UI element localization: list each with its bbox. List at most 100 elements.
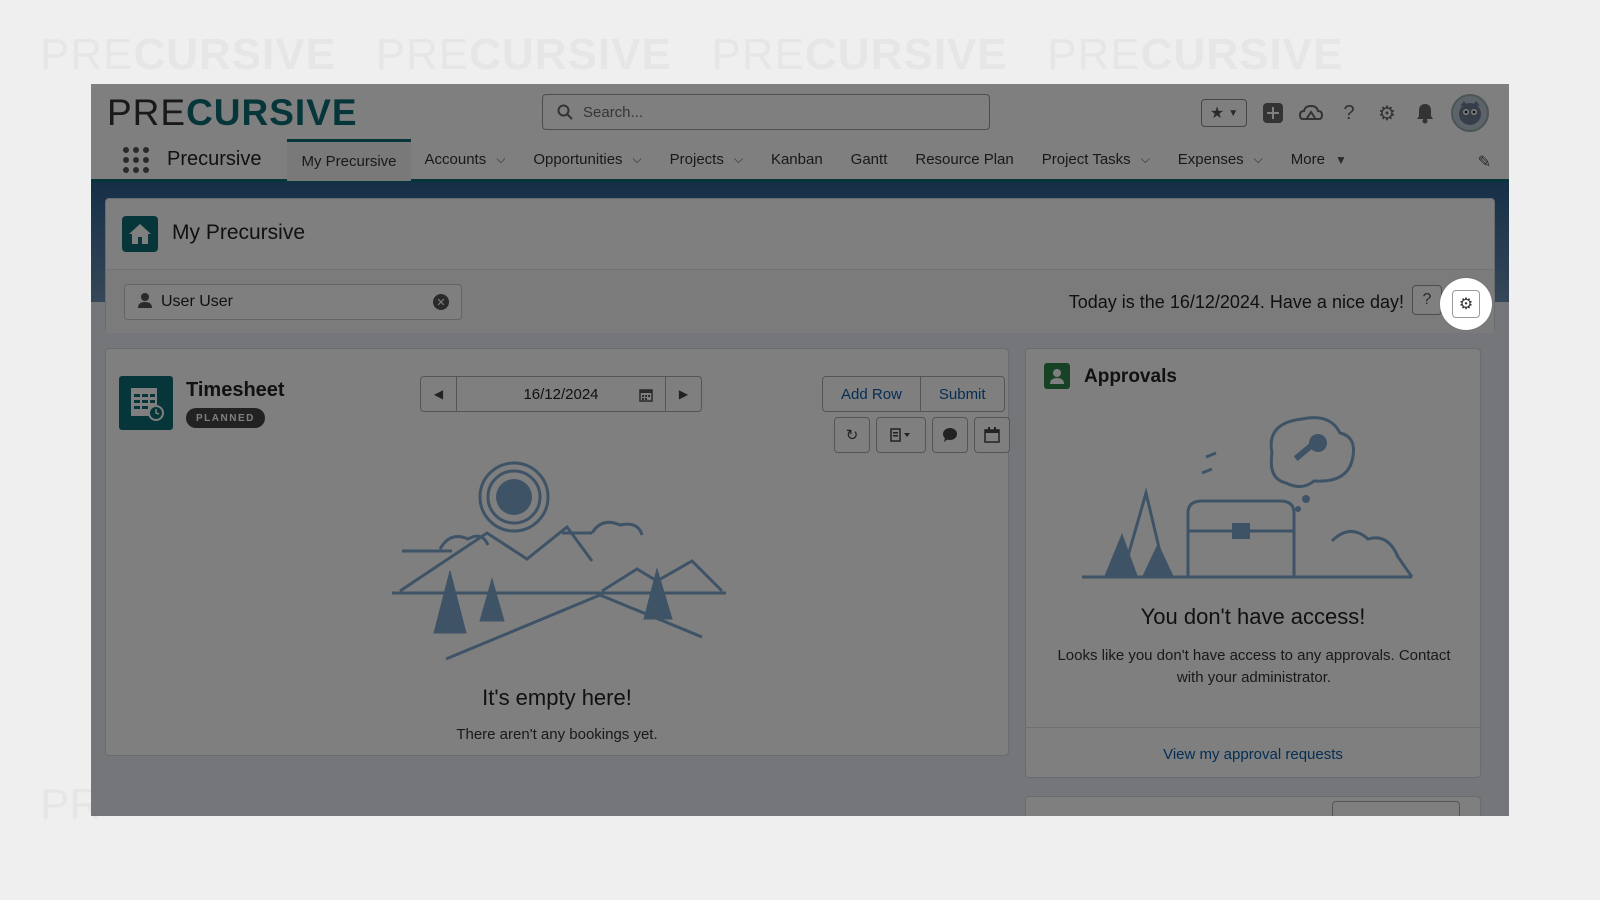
nav-tab-opportunities[interactable]: Opportunities ⌵ [519, 139, 655, 181]
home-icon [122, 216, 158, 252]
nav-tab-label: Accounts [424, 151, 487, 168]
empty-state-text: There aren't any bookings yet. [456, 726, 658, 743]
gear-icon: ⚙ [1458, 296, 1474, 313]
favorites-button[interactable]: ★ ▼ [1201, 99, 1247, 127]
greeting-text: Today is the 16/12/2024. Have a nice day… [1068, 292, 1404, 312]
card-action-button[interactable] [1332, 801, 1460, 816]
next-week-button[interactable]: ▶ [665, 377, 701, 411]
page-title: My Precursive [172, 221, 306, 244]
setup-gear-icon[interactable]: ⚙ [1375, 101, 1399, 125]
previous-week-button[interactable]: ◀ [421, 377, 457, 411]
divider [1026, 727, 1480, 728]
nav-tab-my-precursive[interactable]: My Precursive [287, 138, 411, 181]
no-access-text: Looks like you don't have access to any … [1057, 647, 1451, 686]
nav-tab-label: Opportunities [533, 151, 623, 168]
view-approval-requests-link[interactable]: View my approval requests [1026, 746, 1480, 763]
edit-nav-pencil-icon[interactable]: ✎ [1478, 152, 1491, 172]
app-name: Precursive [167, 148, 262, 170]
nav-tab-label: Kanban [770, 151, 823, 168]
caret-right-icon: ▶ [678, 387, 689, 401]
search-placeholder: Search... [583, 103, 644, 121]
app-window: PRECURSIVE Search... ★ ▼ ? ⚙ Precursive … [91, 84, 1509, 816]
logo-cursive: CURSIVE [186, 92, 358, 133]
user-filter-value: User User [161, 293, 234, 310]
background-watermark: PRECURSIVE PRECURSIVE PRECURSIVE PRECURS… [40, 30, 1343, 80]
spotlight-highlight: ⚙ [1440, 278, 1492, 330]
nav-tab-label: My Precursive [301, 152, 397, 170]
page-header-toolbar: User User ✕ Today is the 16/12/2024. Hav… [106, 270, 1494, 333]
watermark-pre: PRE [711, 30, 806, 79]
timesheet-icon-toolbar: ↻ [834, 417, 1010, 453]
approvals-card: Approvals You don't have access! Looks l… [1025, 348, 1481, 778]
help-icon[interactable]: ? [1337, 101, 1361, 125]
nav-tab-projects[interactable]: Projects ⌵ [656, 139, 757, 181]
nav-tab-label: Project Tasks [1041, 151, 1131, 168]
no-access-illustration [1082, 416, 1414, 579]
page-content: My Precursive User User ✕ Today is the 1… [91, 182, 1509, 816]
bell-icon[interactable] [1413, 101, 1437, 125]
page-help-button[interactable]: ? [1412, 285, 1442, 315]
app-launcher-icon[interactable] [123, 146, 149, 173]
nav-tab-more[interactable]: More ▼ [1277, 139, 1361, 181]
star-icon: ★ [1209, 105, 1225, 122]
nav-tab-label: Resource Plan [915, 151, 1014, 168]
watermark-pre: PRE [375, 30, 470, 79]
timesheet-date-picker: ◀ 16/12/2024 ▶ [420, 376, 702, 412]
user-filter-pill[interactable]: User User ✕ [124, 284, 462, 320]
page-header-card: My Precursive User User ✕ Today is the 1… [105, 198, 1495, 333]
nav-tab-label: More [1290, 151, 1325, 168]
chevron-down-icon[interactable]: ⌵ [1254, 152, 1263, 167]
date-value: 16/12/2024 [523, 385, 599, 403]
nav-tab-kanban[interactable]: Kanban [757, 139, 837, 181]
add-icon[interactable] [1261, 101, 1285, 125]
timesheet-icon [119, 376, 173, 430]
copy-menu-button[interactable] [876, 417, 926, 453]
date-input[interactable]: 16/12/2024 [457, 377, 665, 411]
nav-tab-project-tasks[interactable]: Project Tasks ⌵ [1028, 139, 1164, 181]
nav-tab-gantt[interactable]: Gantt [837, 139, 902, 181]
trailhead-icon[interactable] [1299, 101, 1323, 125]
add-row-button[interactable]: Add Row [823, 377, 920, 411]
chevron-down-icon[interactable]: ⌵ [734, 152, 743, 167]
timesheet-card: Timesheet PLANNED ◀ 16/12/2024 ▶ Add Row… [105, 348, 1010, 756]
watermark-pre: PRE [1047, 30, 1141, 79]
nav-tab-expenses[interactable]: Expenses ⌵ [1164, 139, 1277, 181]
approvals-title: Approvals [1084, 366, 1177, 387]
watermark-cursive: CURSIVE [1140, 30, 1344, 79]
precursive-logo[interactable]: PRECURSIVE [107, 92, 358, 134]
calendar-icon[interactable] [639, 388, 653, 405]
avatar[interactable] [1451, 94, 1489, 132]
watermark-cursive: CURSIVE [133, 30, 337, 79]
nav-tab-resource-plan[interactable]: Resource Plan [901, 139, 1027, 181]
empty-state-title: It's empty here! [482, 685, 632, 710]
page-settings-gear-button[interactable]: ⚙ [1452, 290, 1480, 318]
caret-left-icon: ◀ [433, 387, 444, 401]
empty-state-illustration [392, 461, 726, 661]
refresh-icon[interactable]: ↻ [834, 417, 870, 453]
clear-icon[interactable]: ✕ [433, 294, 449, 310]
timesheet-actions: Add Row Submit [822, 376, 1005, 412]
watermark-pre: PRE [40, 30, 134, 79]
watermark-cursive: CURSIVE [469, 30, 672, 79]
no-access-heading: You don't have access! [1140, 604, 1366, 629]
logo-pre: PRE [107, 92, 187, 133]
timesheet-title: Timesheet [186, 379, 285, 401]
nav-tab-accounts[interactable]: Accounts ⌵ [411, 139, 520, 181]
approvals-icon [1044, 363, 1070, 389]
watermark-cursive: CURSIVE [805, 30, 1008, 79]
app-navigation-bar: Precursive My Precursive Accounts ⌵ Oppor… [91, 138, 1509, 182]
status-badge: PLANNED [186, 408, 265, 428]
chevron-down-icon[interactable]: ⌵ [496, 152, 505, 167]
global-search-input[interactable]: Search... [542, 94, 990, 130]
nav-tab-label: Expenses [1177, 151, 1244, 168]
chevron-down-icon: ▼ [1228, 107, 1239, 119]
calendar-icon[interactable] [974, 417, 1010, 453]
next-card-partial [1025, 796, 1481, 816]
global-header: PRECURSIVE Search... ★ ▼ ? ⚙ [91, 84, 1509, 140]
chevron-down-icon[interactable]: ⌵ [633, 152, 642, 167]
chevron-down-icon[interactable]: ⌵ [1141, 152, 1150, 167]
user-icon [137, 292, 153, 313]
submit-button[interactable]: Submit [919, 377, 1004, 411]
caret-down-icon: ▼ [1334, 152, 1347, 167]
comment-icon[interactable] [932, 417, 968, 453]
